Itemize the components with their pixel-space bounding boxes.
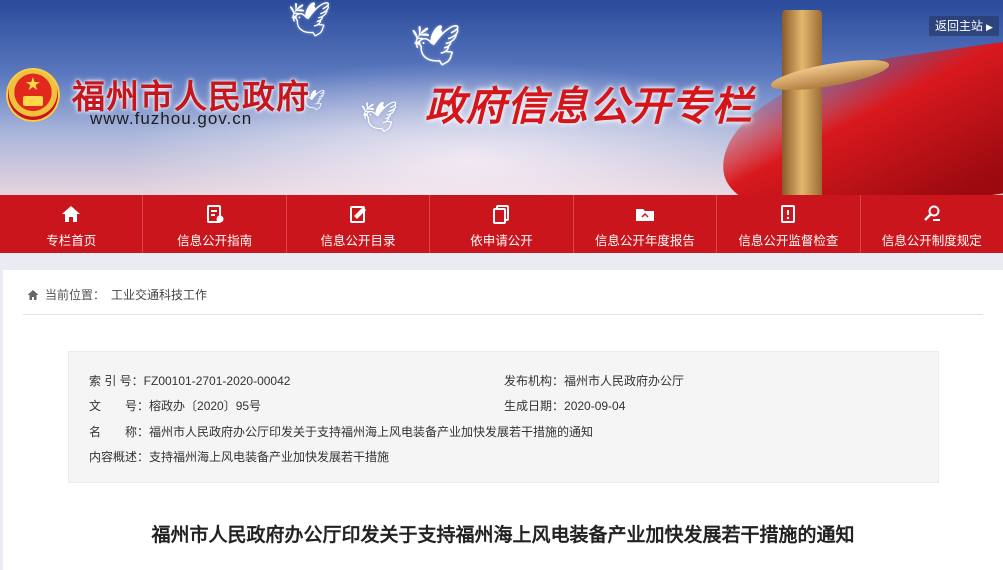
meta-docno-label: 文 号：	[89, 399, 150, 413]
meta-date-label: 生成日期：	[504, 399, 565, 413]
dove-icon: 🕊	[288, 0, 332, 40]
main-nav: 专栏首页 信息公开指南 信息公开目录 依申请公开 信息公开年度报告 信息公开监督…	[0, 195, 1003, 253]
home-icon	[27, 289, 39, 300]
dove-icon: 🕊	[360, 100, 399, 135]
meta-docno-row: 文 号：榕政办〔2020〕95号	[89, 397, 261, 414]
meta-date-row: 生成日期：2020-09-04	[504, 397, 625, 414]
meta-index-row: 索 引 号：FZ00101-2701-2020-00042	[89, 372, 290, 389]
meta-name-label: 名 称：	[89, 425, 150, 439]
nav-item-catalog[interactable]: 信息公开目录	[287, 195, 431, 253]
banner-title: 政府信息公开专栏	[425, 84, 753, 130]
huabiao-pillar-decoration	[782, 10, 822, 195]
back-to-main-site-button[interactable]: 返回主站 ▶	[929, 16, 999, 36]
nav-item-regulation[interactable]: 信息公开制度规定	[861, 195, 1003, 253]
nav-item-annual-report[interactable]: 信息公开年度报告	[574, 195, 718, 253]
meta-index-value: FZ00101-2701-2020-00042	[143, 374, 291, 388]
nav-item-guide[interactable]: 信息公开指南	[143, 195, 287, 253]
main-content: 当前位置： 工业交通科技工作 索 引 号：FZ00101-2701-2020-0…	[3, 270, 1003, 570]
nav-item-label: 信息公开制度规定	[881, 234, 982, 248]
dove-icon: 🕊	[410, 23, 461, 69]
meta-index-label: 索 引 号：	[89, 374, 144, 388]
meta-name-row: 名 称：福州市人民政府办公厅印发关于支持福州海上风电装备产业加快发展若干措施的通…	[89, 423, 593, 440]
caret-right-icon: ▶	[986, 22, 993, 32]
meta-summary-row: 内容概述：支持福州海上风电装备产业加快发展若干措施	[89, 448, 389, 465]
folder-icon	[574, 201, 716, 227]
meta-publisher-row: 发布机构：福州市人民政府办公厅	[504, 372, 684, 389]
nav-item-label: 信息公开年度报告	[594, 234, 695, 248]
regulation-icon	[861, 201, 1003, 227]
nav-item-label: 信息公开监督检查	[738, 234, 839, 248]
site-url: www.fuzhou.gov.cn	[90, 109, 253, 128]
meta-publisher-label: 发布机构：	[504, 374, 565, 388]
catalog-icon	[287, 201, 429, 227]
nav-item-label: 信息公开目录	[320, 234, 396, 248]
nav-item-apply[interactable]: 依申请公开	[430, 195, 574, 253]
breadcrumb: 当前位置： 工业交通科技工作	[27, 286, 207, 303]
meta-summary-value: 支持福州海上风电装备产业加快发展若干措施	[149, 450, 390, 464]
home-icon	[0, 201, 142, 227]
document-meta-panel: 索 引 号：FZ00101-2701-2020-00042 发布机构：福州市人民…	[68, 351, 939, 483]
breadcrumb-link[interactable]: 工业交通科技工作	[111, 286, 207, 303]
header-banner: 🕊 🕊 🕊 🕊 ★ 福州市人民政府 www.fuzhou.gov.cn 政府信息…	[0, 0, 1003, 195]
nav-item-home[interactable]: 专栏首页	[0, 195, 144, 253]
nav-item-label: 专栏首页	[46, 234, 97, 248]
meta-docno-value: 榕政办〔2020〕95号	[149, 399, 262, 413]
meta-name-value: 福州市人民政府办公厅印发关于支持福州海上风电装备产业加快发展若干措施的通知	[149, 425, 594, 439]
meta-publisher-value: 福州市人民政府办公厅	[564, 374, 685, 388]
national-emblem-icon: ★	[6, 68, 60, 122]
inspection-icon	[717, 201, 859, 227]
divider	[23, 314, 983, 315]
apply-icon	[430, 201, 572, 227]
document-title: 福州市人民政府办公厅印发关于支持福州海上风电装备产业加快发展若干措施的通知	[151, 524, 855, 546]
nav-item-label: 信息公开指南	[177, 234, 253, 248]
nav-item-inspection[interactable]: 信息公开监督检查	[717, 195, 861, 253]
back-to-main-site-label: 返回主站	[935, 19, 984, 33]
meta-summary-label: 内容概述：	[89, 450, 150, 464]
guide-icon	[143, 201, 285, 227]
meta-date-value: 2020-09-04	[564, 399, 626, 413]
breadcrumb-prefix: 当前位置：	[45, 288, 106, 302]
nav-item-label: 依申请公开	[470, 234, 533, 248]
